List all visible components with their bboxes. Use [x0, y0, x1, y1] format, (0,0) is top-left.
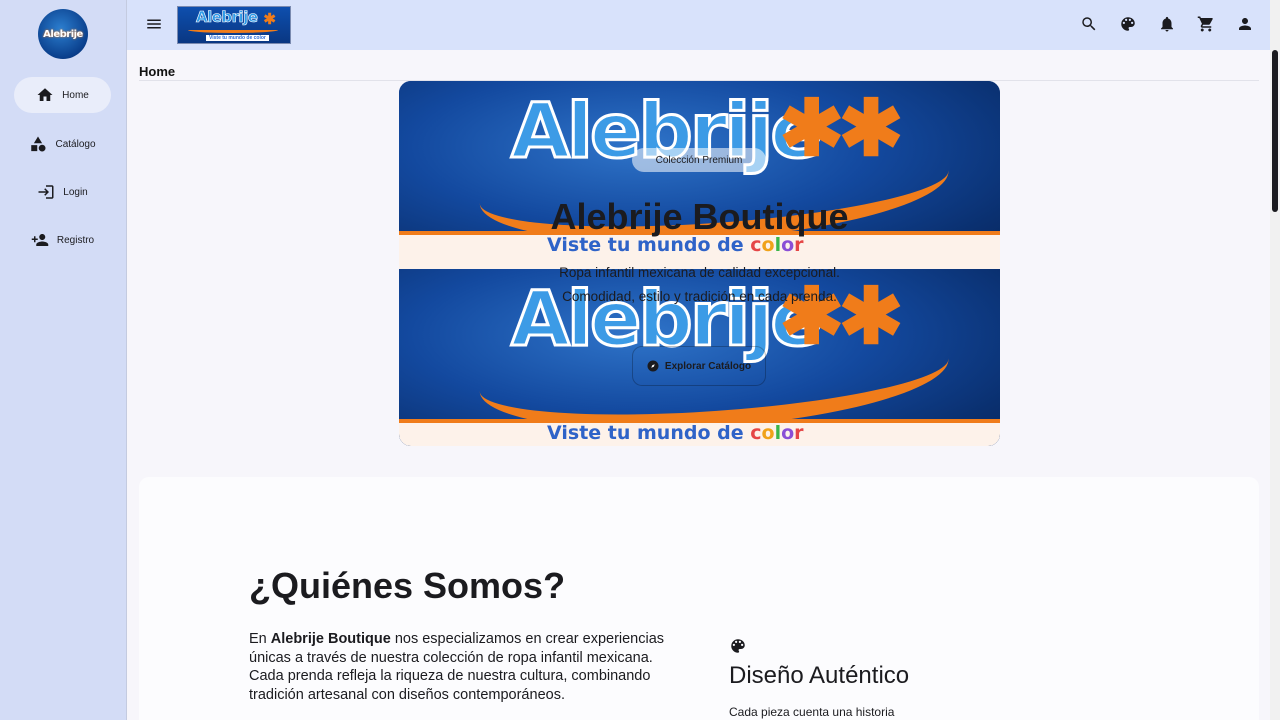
feature-title: Diseño Auténtico	[729, 662, 910, 689]
nav-item-login[interactable]: Login	[14, 174, 111, 210]
header-logo-word: Alebrije	[196, 8, 259, 27]
palette-icon	[731, 639, 745, 653]
hero-subtitle-line: Comodidad, estilo y tradición en cada pr…	[562, 289, 837, 304]
search-icon	[1082, 17, 1096, 31]
nav-item-label: Registro	[56, 234, 95, 246]
login-icon	[38, 185, 54, 199]
notifications-button[interactable]	[1156, 13, 1178, 35]
hero-overlay: Colección Premium Alebrije Boutique Ropa…	[399, 81, 1000, 446]
compass-icon	[647, 360, 659, 372]
nav-item-label: Home	[62, 89, 89, 101]
hero-subtitle: Ropa infantil mexicana de calidad excepc…	[399, 261, 1000, 309]
explore-catalog-button[interactable]: Explorar Catálogo	[632, 346, 766, 386]
nav-item-label: Catálogo	[55, 138, 96, 150]
about-title: ¿Quiénes Somos?	[249, 565, 566, 606]
explore-catalog-label: Explorar Catálogo	[664, 360, 752, 372]
feature-icon	[729, 637, 747, 655]
theme-button[interactable]	[1117, 13, 1139, 35]
category-icon	[31, 136, 46, 152]
header-logo[interactable]: Alebrije ✱ Viste tu mundo de color	[177, 6, 291, 44]
user-icon	[1239, 18, 1251, 30]
nav-item-registro[interactable]: Registro	[14, 222, 111, 258]
page-scrollbar[interactable]	[1270, 0, 1280, 720]
header-logo-tagline: Viste tu mundo de color	[206, 35, 269, 41]
scrollbar-thumb[interactable]	[1272, 50, 1278, 212]
breadcrumb: Home	[139, 64, 176, 79]
menu-button[interactable]	[143, 13, 165, 35]
brand-logo-text: Alebrije	[43, 28, 83, 40]
top-app-bar: Alebrije ✱ Viste tu mundo de color	[127, 0, 1270, 50]
navigation-rail: Alebrije Home Catálogo Login Registro	[0, 0, 127, 720]
kids-figures-icon: ✱	[263, 11, 276, 28]
collection-chip: Colección Premium	[632, 148, 766, 172]
home-icon	[37, 88, 53, 101]
about-description: En Alebrije Boutique nos especializamos …	[249, 631, 665, 703]
account-button[interactable]	[1234, 13, 1256, 35]
feature-description: Cada pieza cuenta una historia	[729, 705, 895, 719]
nav-item-catalogo[interactable]: Catálogo	[14, 126, 111, 162]
cart-button[interactable]	[1195, 13, 1217, 35]
logo-swoosh	[188, 27, 278, 33]
nav-item-home[interactable]: Home	[14, 77, 111, 113]
brand-name: Alebrije Boutique	[270, 631, 391, 647]
nav-item-label: Login	[63, 186, 88, 198]
search-button[interactable]	[1078, 13, 1100, 35]
hero-subtitle-line: Ropa infantil mexicana de calidad excepc…	[559, 265, 840, 280]
top-actions	[1078, 13, 1256, 35]
brand-logo[interactable]: Alebrije	[38, 9, 88, 59]
bell-icon	[1161, 16, 1173, 32]
cart-icon	[1197, 16, 1213, 32]
about-section: ¿Quiénes Somos? En Alebrije Boutique nos…	[139, 477, 1259, 720]
person-add-icon	[31, 234, 49, 246]
palette-icon	[1121, 17, 1135, 31]
hero-title: Alebrije Boutique	[550, 196, 849, 237]
hero-banner: Alebrije ✱✱ Viste tu mundo de color Aleb…	[399, 81, 1000, 446]
menu-icon	[147, 19, 161, 29]
